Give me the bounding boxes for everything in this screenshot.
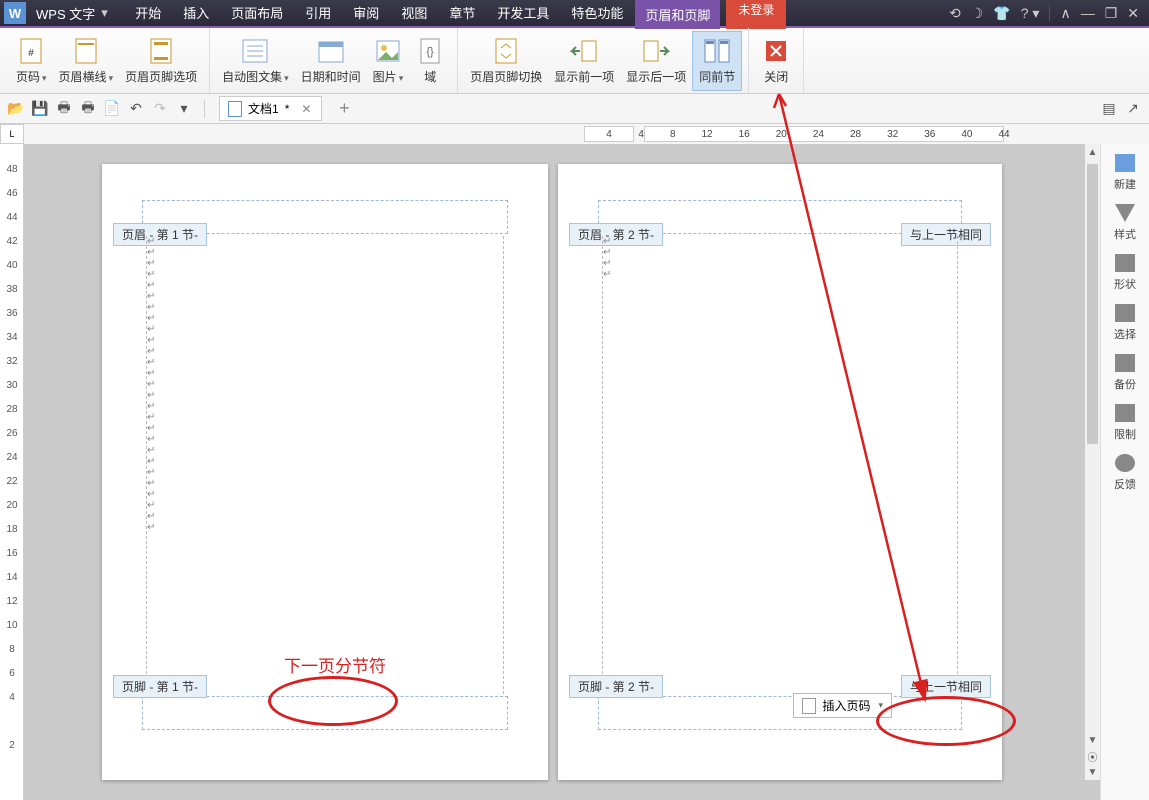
- help-icon[interactable]: ? ▾: [1021, 5, 1040, 22]
- field-button[interactable]: {} 域: [409, 31, 451, 91]
- doc-tab-name: 文档1: [248, 100, 279, 117]
- page2-header-zone[interactable]: 页眉 - 第 2 节- 与上一节相同: [598, 200, 962, 234]
- svg-text:#: #: [28, 48, 34, 59]
- page1-footer-label: 页脚 - 第 1 节-: [113, 675, 207, 698]
- svg-text:{}: {}: [427, 46, 435, 58]
- page2-content[interactable]: ↵↵↵↵: [602, 236, 958, 694]
- page-number-button[interactable]: # 页码▾: [10, 31, 53, 91]
- show-next-button[interactable]: 显示后一项: [620, 31, 692, 91]
- date-time-button[interactable]: 日期和时间: [295, 31, 367, 91]
- page-icon: [802, 698, 816, 714]
- scroll-up-icon[interactable]: ▲: [1085, 144, 1100, 160]
- doc-icon: [228, 101, 242, 117]
- tab-menu-icon[interactable]: ↗: [1123, 99, 1143, 119]
- ribbon: # 页码▾ 页眉横线▾ 页眉页脚选项 自动图文集▾ 日期和时间 图片▾ {} 域: [0, 28, 1149, 94]
- ruler-horizontal[interactable]: 4 48121620242832364044: [24, 124, 1149, 144]
- new-tab-button[interactable]: +: [334, 99, 354, 119]
- page-setup-icon[interactable]: 📄: [102, 99, 122, 119]
- tab-list-icon[interactable]: ▤: [1099, 99, 1119, 119]
- page1-header-zone[interactable]: 页眉 - 第 1 节-: [142, 200, 508, 234]
- tab-special[interactable]: 特色功能: [561, 0, 633, 29]
- same-as-previous-button[interactable]: 同前节: [692, 31, 742, 91]
- next-page-icon[interactable]: ▼: [1085, 764, 1100, 780]
- tab-start[interactable]: 开始: [125, 0, 171, 29]
- sidebar-backup[interactable]: 备份: [1105, 348, 1145, 398]
- tab-view[interactable]: 视图: [391, 0, 437, 29]
- doc-tab-close-icon[interactable]: ✕: [295, 102, 317, 116]
- app-menu-dropdown[interactable]: ▾: [101, 5, 111, 21]
- scroll-thumb[interactable]: [1087, 164, 1098, 444]
- right-sidebar: 新建 样式 形状 选择 备份 限制 反馈: [1100, 144, 1149, 800]
- scroll-down-icon[interactable]: ▼: [1085, 732, 1100, 748]
- sidebar-feedback[interactable]: 反馈: [1105, 448, 1145, 498]
- prev-page-icon[interactable]: ⦿: [1085, 748, 1100, 764]
- app-name: WPS 文字: [30, 4, 101, 23]
- page-2: 页眉 - 第 2 节- 与上一节相同 ↵↵↵↵ 页脚 - 第 2 节- 与上一节…: [558, 164, 1002, 780]
- page2-footer-same: 与上一节相同: [901, 675, 991, 698]
- divider: [1049, 5, 1050, 21]
- sidebar-limit[interactable]: 限制: [1105, 398, 1145, 448]
- tab-insert[interactable]: 插入: [173, 0, 219, 29]
- annotation-ellipse-2: [876, 696, 1016, 746]
- document-area[interactable]: 页眉 - 第 1 节- ↵↵↵ ↵↵↵ ↵↵↵ ↵↵↵ ↵↵↵ ↵↵↵ ↵↵↵ …: [24, 144, 1100, 800]
- qat-customize-icon[interactable]: ▾: [174, 99, 194, 119]
- open-icon[interactable]: 📂: [6, 99, 26, 119]
- login-status[interactable]: 未登录: [726, 0, 786, 29]
- picture-button[interactable]: 图片▾: [367, 31, 410, 91]
- document-tab[interactable]: 文档1 * ✕: [219, 96, 322, 121]
- close-window-icon[interactable]: ✕: [1127, 5, 1139, 22]
- menu-tabs: 开始 插入 页面布局 引用 审阅 视图 章节 开发工具 特色功能 页眉和页脚 未…: [125, 0, 786, 29]
- page1-content[interactable]: ↵↵↵ ↵↵↵ ↵↵↵ ↵↵↵ ↵↵↵ ↵↵↵ ↵↵↵ ↵↵↵ ↵↵↵: [146, 236, 504, 694]
- minimize-icon[interactable]: —: [1081, 5, 1095, 21]
- hf-switch-button[interactable]: 页眉页脚切换: [464, 31, 548, 91]
- vertical-scrollbar[interactable]: ▲ ▼ ⦿ ▼: [1084, 144, 1100, 780]
- sidebar-shape[interactable]: 形状: [1105, 248, 1145, 298]
- app-logo: W: [4, 2, 26, 24]
- close-hf-button[interactable]: 关闭: [755, 31, 797, 91]
- annotation-ellipse-1: [268, 676, 398, 726]
- show-prev-button[interactable]: 显示前一项: [548, 31, 620, 91]
- header-line-button[interactable]: 页眉横线▾: [53, 31, 120, 91]
- tab-chapter[interactable]: 章节: [439, 0, 485, 29]
- ruler-corner[interactable]: L: [0, 124, 24, 144]
- shirt-icon[interactable]: 👕: [993, 5, 1010, 22]
- page2-footer-label: 页脚 - 第 2 节-: [569, 675, 663, 698]
- print-icon[interactable]: 🖶: [54, 99, 74, 119]
- save-icon[interactable]: 💾: [30, 99, 50, 119]
- redo-icon[interactable]: ↷: [150, 99, 170, 119]
- sidebar-new[interactable]: 新建: [1105, 148, 1145, 198]
- print-preview-icon[interactable]: 🖶: [78, 99, 98, 119]
- undo-icon[interactable]: ↶: [126, 99, 146, 119]
- hf-options-button[interactable]: 页眉页脚选项: [119, 31, 203, 91]
- annotation-text: 下一页分节符: [284, 652, 386, 677]
- sync-icon[interactable]: ⟲: [949, 5, 961, 22]
- collapse-ribbon-icon[interactable]: ∧: [1060, 5, 1070, 22]
- sidebar-style[interactable]: 样式: [1105, 198, 1145, 248]
- ruler-vertical[interactable]: 48 46 44 42 40 38 36 34 32 30 28 26 24 2…: [0, 144, 24, 800]
- sidebar-select[interactable]: 选择: [1105, 298, 1145, 348]
- restore-icon[interactable]: ❐: [1105, 5, 1118, 22]
- tab-reference[interactable]: 引用: [295, 0, 341, 29]
- auto-text-button[interactable]: 自动图文集▾: [216, 31, 295, 91]
- tab-layout[interactable]: 页面布局: [221, 0, 293, 29]
- doc-modified-mark: *: [285, 102, 290, 116]
- moon-icon[interactable]: ☽: [971, 5, 984, 22]
- tab-review[interactable]: 审阅: [343, 0, 389, 29]
- tab-devtools[interactable]: 开发工具: [487, 0, 559, 29]
- tab-header-footer[interactable]: 页眉和页脚: [635, 0, 720, 29]
